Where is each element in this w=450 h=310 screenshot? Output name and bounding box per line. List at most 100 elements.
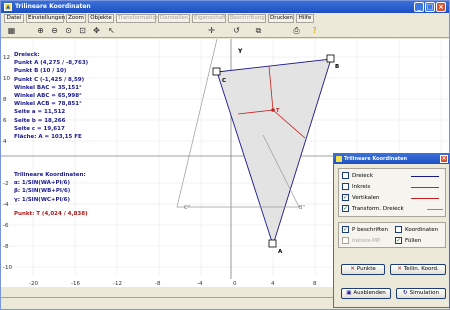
checkbox[interactable] <box>342 237 349 244</box>
option-dreieck[interactable]: Dreieck <box>342 172 373 180</box>
cross-icon: ✕ <box>350 266 355 272</box>
y-tick-labels: 12 10 8 6 4 -2 -4 -6 -8 -10 <box>3 55 12 271</box>
dialog-close-button[interactable]: × <box>440 155 448 163</box>
option-label: Vertikalen <box>352 195 380 201</box>
copy-icon[interactable]: ⧉ <box>254 26 263 36</box>
menu-hilfe[interactable]: Hilfe <box>296 14 314 23</box>
simulation-button[interactable]: ↻ Simulation <box>396 288 446 299</box>
info-heading: Dreieck: <box>14 52 40 58</box>
triangle-abc <box>216 58 332 247</box>
undo-icon[interactable]: ↺ <box>232 26 241 36</box>
option-p-beschriften[interactable]: ✓ P beschriften <box>342 226 388 234</box>
checkbox[interactable] <box>342 183 349 190</box>
info-winkel-bac: Winkel BAC = 35,151° <box>14 84 82 91</box>
y-tick: -2 <box>3 181 8 187</box>
dialog-title: Trilineare Koordinaten <box>344 156 408 162</box>
trilinear-panel: Trilineare Koordinaten: α: 1/SIN(WA+PI/6… <box>14 171 124 218</box>
zoom-in-icon[interactable]: ⊕ <box>36 26 45 36</box>
info-seite-c: Seite c = 19,617 <box>14 125 65 132</box>
label-b2: B'' <box>299 205 305 211</box>
app-window: ▲ Trilineare Koordinaten _ □ × Datei Ein… <box>0 0 450 310</box>
pointer-icon[interactable]: ↖ <box>107 26 116 36</box>
dialog-title-bar: Trilineare Koordinaten × <box>334 154 449 164</box>
option-inkreis[interactable]: Inkreis <box>342 183 370 191</box>
option-label: Koordinaten <box>405 227 439 233</box>
menu-einstellungen[interactable]: Einstellungen <box>26 14 65 23</box>
hide-icon: ▣ <box>346 290 352 296</box>
zoom-out-icon[interactable]: ⊖ <box>50 26 59 36</box>
print-icon[interactable]: ⎙ <box>292 26 301 36</box>
option-label: Dreieck <box>352 173 373 179</box>
point-a-handle[interactable] <box>268 239 277 248</box>
app-icon: ▲ <box>4 3 12 11</box>
menu-drucken[interactable]: Drucken <box>268 14 294 23</box>
help-icon[interactable]: ? <box>310 26 319 36</box>
checkbox-checked[interactable]: ✓ <box>342 226 349 233</box>
teilin-koord-button[interactable]: ✕ Teilin. Koord. <box>390 264 446 275</box>
zoom-window-icon[interactable]: ⊡ <box>78 26 87 36</box>
y-tick: 6 <box>3 118 7 124</box>
menu-darstellen[interactable]: Darstellen <box>158 14 190 23</box>
y-tick: -10 <box>3 265 12 271</box>
minimize-button[interactable]: _ <box>414 2 424 12</box>
close-button[interactable]: × <box>436 2 446 12</box>
menu-beschriftung[interactable]: Beschriftung <box>228 14 266 23</box>
option-label: Transform. Dreieck <box>352 206 404 212</box>
button-label: Simulation <box>409 290 439 296</box>
option-transform-dreieck[interactable]: ✓ Transform. Dreieck <box>342 205 404 213</box>
label-c2: C'' <box>184 205 190 211</box>
option-label: Inkreis-MP <box>352 238 381 244</box>
checkbox[interactable] <box>342 172 349 179</box>
trilinear-point-t: Punkt: T (4,024 / 4,838) <box>14 210 88 217</box>
y-tick: -4 <box>3 202 9 208</box>
checkbox-checked[interactable]: ✓ <box>342 194 349 201</box>
button-label: Teilin. Koord. <box>403 266 439 272</box>
checkbox[interactable] <box>395 226 402 233</box>
y-tick: -8 <box>3 244 9 250</box>
option-vertikalen[interactable]: ✓ Vertikalen <box>342 194 380 202</box>
pan-icon[interactable]: ✥ <box>92 26 101 36</box>
color-swatch-inkreis <box>411 187 439 188</box>
trilinear-heading: Trilineare Koordinaten: <box>14 172 86 178</box>
trilinear-alpha: α: 1/SIN(WA+PI/6) <box>14 180 70 187</box>
label-t: T <box>276 108 280 114</box>
window-title: Trilineare Koordinaten <box>15 3 91 10</box>
point-b-handle[interactable] <box>326 54 335 63</box>
cross-icon: ✕ <box>397 266 402 272</box>
triangle-info-panel: Dreieck: Punkt A (4,275 / -8,763) Punkt … <box>14 51 124 141</box>
trilinear-dialog: Trilineare Koordinaten × Dreieck Inkreis… <box>333 153 450 308</box>
maximize-button[interactable]: □ <box>425 2 435 12</box>
cross-icon[interactable]: ✛ <box>207 26 216 36</box>
label-b: B <box>335 64 339 70</box>
point-t-marker[interactable] <box>271 108 275 112</box>
grid-icon[interactable]: ▦ <box>7 26 16 36</box>
option-inkreis-mp[interactable]: Inkreis-MP <box>342 237 380 245</box>
y-tick: 12 <box>3 55 10 61</box>
trilinear-gamma: γ: 1/SIN(WC+PI/6) <box>14 196 70 203</box>
point-c-handle[interactable] <box>212 67 221 76</box>
checkbox-checked[interactable]: ✓ <box>395 237 402 244</box>
option-label: P beschriften <box>352 227 388 233</box>
menu-datei[interactable]: Datei <box>4 14 24 23</box>
menu-objekte[interactable]: Objekte <box>88 14 114 23</box>
button-label: Punkte <box>356 266 376 272</box>
y-tick: -6 <box>3 223 9 229</box>
option-fuellen[interactable]: ✓ Füllen <box>395 237 421 245</box>
zoom-fit-icon[interactable]: ⊙ <box>64 26 73 36</box>
option-koordinaten[interactable]: Koordinaten <box>395 226 438 234</box>
menu-zoom[interactable]: Zoom <box>66 14 86 23</box>
info-winkel-acb: Winkel ACB = 78,851° <box>14 101 82 108</box>
punkte-button[interactable]: ✕ Punkte <box>341 264 385 275</box>
y-tick: 10 <box>3 76 10 82</box>
menu-bar: Datei Einstellungen Zoom Objekte Transfo… <box>1 13 449 24</box>
color-swatch-dreieck <box>411 176 439 177</box>
trilinear-beta: β: 1/SIN(WB+PI/6) <box>14 188 71 195</box>
menu-eigenschaft[interactable]: Eigenschaft <box>192 14 226 23</box>
horizontal-scrollbar[interactable] <box>1 287 331 297</box>
ausblenden-button[interactable]: ▣ Ausblenden <box>341 288 391 299</box>
menu-transformation[interactable]: Transformation <box>116 14 159 23</box>
y-tick: 8 <box>3 97 7 103</box>
toolbar: ▦ ⊕ ⊖ ⊙ ⊡ ✥ ↖ ✛ ↺ ⧉ ⎙ ? <box>1 24 449 38</box>
checkbox-checked[interactable]: ✓ <box>342 205 349 212</box>
label-a: A <box>278 249 283 255</box>
